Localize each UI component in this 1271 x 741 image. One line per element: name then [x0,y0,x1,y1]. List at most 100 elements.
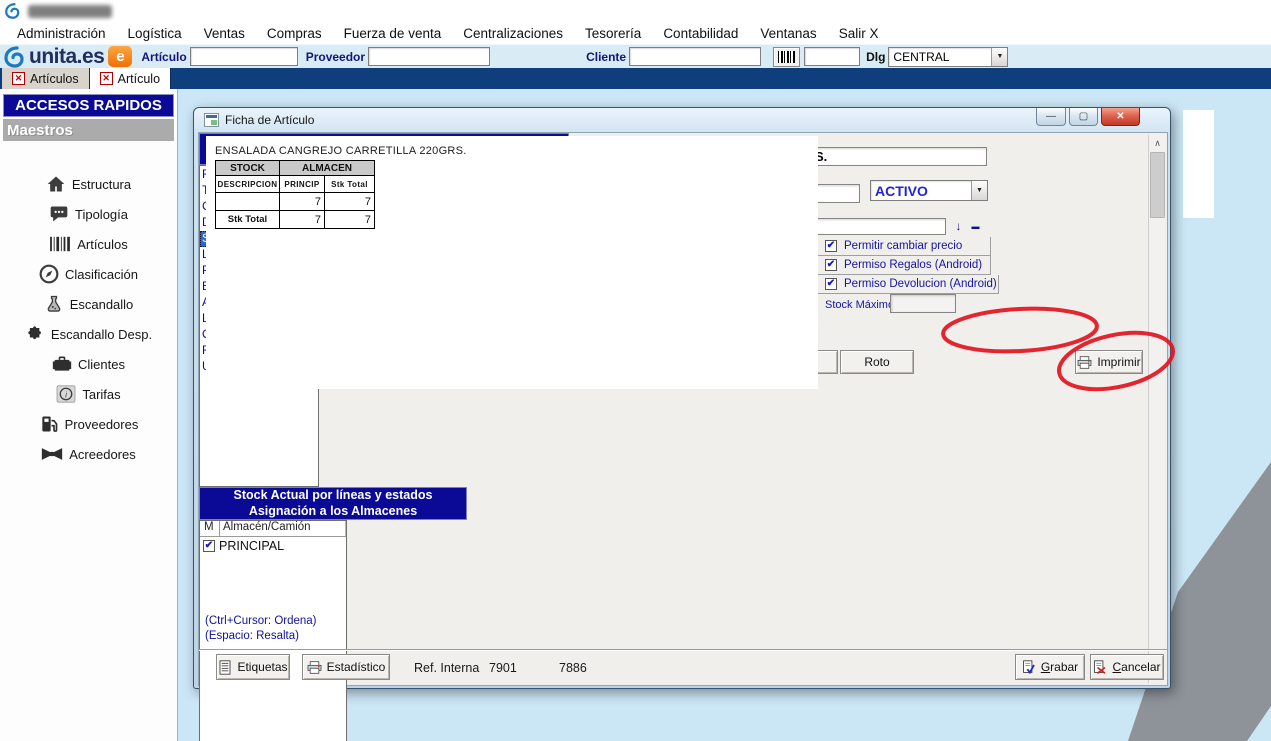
chevron-down-icon[interactable] [971,181,987,200]
close-tab-icon[interactable] [99,72,113,85]
permiso-devolucion-checkbox[interactable]: Permiso Devolucion (Android) [817,275,999,294]
table-row: 7 7 [215,192,375,211]
home-icon [47,176,65,192]
sidebar-item-label: Escandallo [69,296,134,312]
sidebar-item-proveedores[interactable]: Proveedores [0,409,177,439]
preview-scrollbar[interactable]: ∧ ∨ [1148,135,1166,683]
grabar-underline: G [1040,660,1051,674]
printer-icon [1077,355,1092,369]
tab-articulos[interactable]: Artículos [2,68,90,89]
unita-logo-icon [4,45,24,68]
sidebar-item-estructura[interactable]: Estructura [0,169,177,199]
clasificacion-drop-icon[interactable] [951,219,966,233]
window-icon [204,113,219,127]
almacen-col-m[interactable]: M [200,521,220,536]
cliente-search-input[interactable] [629,47,762,66]
menu-fuerza-de-venta[interactable]: Fuerza de venta [333,24,453,43]
stock-value: 7 [324,192,375,211]
minimize-button[interactable]: — [1036,108,1066,126]
barcode-scan-button[interactable] [773,46,801,67]
checkbox-checked-icon[interactable] [825,240,837,252]
hint-ordena: (Ctrl+Cursor: Ordena) [205,615,317,627]
barcode-input[interactable] [804,47,861,66]
sidebar-item-label: Tipología [75,206,128,222]
etiquetas-button[interactable]: Etiquetas [216,654,290,680]
delegation-select[interactable]: CENTRAL [888,46,1009,67]
checkbox-checked-icon[interactable] [825,278,837,290]
sidebar-item-label: Acreedores [69,446,136,462]
menu-logistica[interactable]: Logística [117,24,193,43]
tab-articulo[interactable]: Artículo [89,68,172,89]
menu-tesoreria[interactable]: Tesorería [574,24,652,43]
background-window-fragment [1183,110,1214,218]
sidebar-group-maestros[interactable]: Maestros [3,119,174,141]
fuel-pump-icon [41,416,57,432]
menu-contabilidad[interactable]: Contabilidad [652,24,749,43]
imprimir-button[interactable]: Imprimir [1075,350,1143,374]
cancelar-button[interactable]: Cancelar [1090,654,1164,680]
compass-icon [39,264,59,284]
estado-articulo-select[interactable]: ACTIVO [870,180,988,201]
tab-articulo-label: Artículo [117,71,161,86]
permiso-regalos-checkbox[interactable]: Permiso Regalos (Android) [817,256,991,275]
proveedor-search-input[interactable] [368,47,491,66]
permitir-cambiar-precio-checkbox[interactable]: Permitir cambiar precio [817,237,991,256]
stock-table-col-header: Stk Total [324,175,375,193]
scrollbar-thumb[interactable] [1150,152,1165,218]
dialog-client-area: Ficha de ARTÍCULO Código 0007868 ↷ Descr… [198,132,1168,741]
sidebar-item-escandallo[interactable]: Escandallo [0,289,177,319]
estadistico-label: Estadístico [326,660,386,674]
clasificacion-clear-icon[interactable] [968,219,983,233]
checkbox-checked-icon[interactable] [825,259,837,271]
articulo-search-input[interactable] [189,47,298,66]
menu-compras[interactable]: Compras [256,24,333,43]
close-tab-icon[interactable] [12,72,25,85]
etiquetas-label: Etiquetas [237,660,288,674]
sidebar-item-clientes[interactable]: Clientes [0,349,177,379]
sidebar-item-tipologia[interactable]: Tipología [0,199,177,229]
ref-interna-value-1: 7901 [489,661,517,675]
redacted-window-title [28,5,112,18]
grabar-button[interactable]: Grabar [1015,654,1085,680]
sidebar-item-clasificacion[interactable]: Clasificación [0,259,177,289]
stock-value: 7 [279,192,325,211]
stock-table-corner: STOCK [215,160,280,176]
checkbox-checked-icon[interactable] [203,539,215,552]
sidebar-item-label: Escandallo Desp. [50,326,153,342]
stock-maximo-field[interactable] [890,294,956,313]
estado-roto-button[interactable]: Roto [840,350,914,374]
stock-panel-banner: Stock Actual por líneas y estados Asigna… [199,487,467,520]
grabar-label: rabar [1050,660,1079,674]
almacen-row-principal[interactable]: PRINCIPAL [200,537,346,554]
menu-centralizaciones[interactable]: Centralizaciones [452,24,574,43]
menu-ventanas[interactable]: Ventanas [749,24,827,43]
ref-interna-label: Ref. Interna [414,661,480,675]
almacen-col-name[interactable]: Almacén/Camión [220,521,346,536]
stock-table: STOCK ALMACEN DESCRIPCION PRINCIP Stk To… [215,160,375,229]
menu-administracion[interactable]: Administración [6,24,117,43]
maximize-button[interactable]: ▢ [1069,108,1098,126]
sidebar-item-articulos[interactable]: Artículos [0,229,177,259]
toolbar: unita.es e Artículo Proveedor Cliente Dl… [0,44,1271,68]
scroll-up-icon[interactable]: ∧ [1149,135,1166,151]
sidebar-item-tarifas[interactable]: i Tarifas [0,379,177,409]
chevron-down-icon[interactable] [991,47,1008,66]
close-button[interactable]: ✕ [1101,108,1140,126]
stock-table-col-header: DESCRIPCION [215,175,280,193]
estadistico-button[interactable]: Estadístico [302,654,390,680]
sidebar-item-escandallo-desp[interactable]: Escandallo Desp. [0,319,177,349]
preview-page: ENSALADA CANGREJO CARRETILLA 220GRS. STO… [206,136,818,389]
menu-salir[interactable]: Salir X [828,24,890,43]
stock-value: 7 [279,210,325,229]
flask-icon [47,295,61,312]
tab-articulos-label: Artículos [30,71,79,86]
barcode-icon [778,50,796,63]
stock-row-label: Stk Total [215,210,280,229]
dlg-label: Dlg [866,49,886,64]
toolbar-cliente-label: Cliente [586,49,627,64]
menu-ventas[interactable]: Ventas [193,24,256,43]
sidebar-item-acreedores[interactable]: Acreedores [0,439,177,469]
dialog-titlebar[interactable]: Ficha de Artículo — ▢ ✕ [198,108,1166,132]
sidebar-title: ACCESOS RAPIDOS [3,94,174,117]
stock-table-col-header: PRINCIP [279,175,325,193]
